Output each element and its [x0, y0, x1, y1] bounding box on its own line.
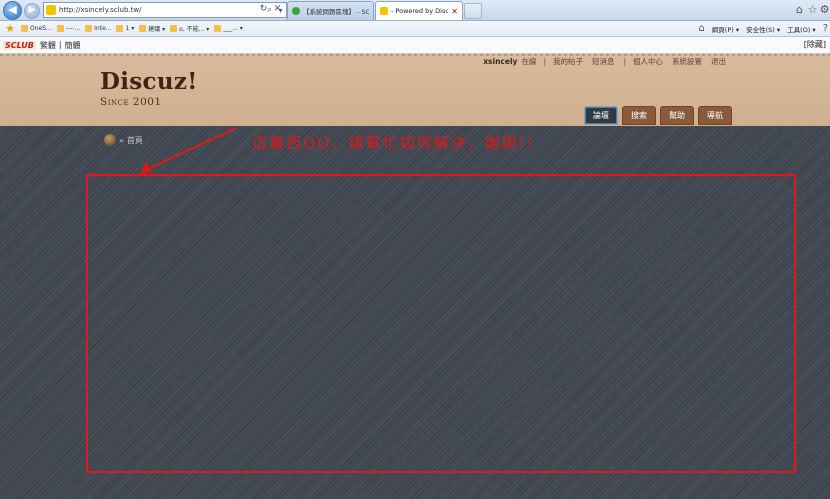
favorite-label: OneS... [30, 25, 52, 32]
tab-system-issues[interactable]: 【系統問題區塊】 - SCLUB... [287, 1, 374, 20]
folder-icon [139, 25, 147, 32]
tab-favicon-icon [292, 7, 300, 15]
favorite-folder[interactable]: o, 不能... ▾ [170, 24, 209, 33]
home-page-icon[interactable]: ⌂ [698, 23, 704, 34]
settings-link[interactable]: 系統設置 [672, 56, 702, 67]
tab-title: 【系統問題區塊】 - SCLUB... [303, 8, 369, 16]
tab-favicon-icon [380, 7, 388, 15]
close-tab-icon[interactable]: ✕ [451, 7, 458, 16]
hide-toolbar-button[interactable]: [除藏] [804, 39, 826, 50]
folder-icon [170, 25, 178, 32]
messages-link[interactable]: 短消息 [592, 56, 615, 67]
favorite-label: 建議 ▾ [148, 26, 166, 33]
annotation-text: 這裏西QQ，請幫忙如何解決，謝謝!! [252, 134, 535, 152]
my-posts-link[interactable]: 我的帖子 [553, 56, 583, 67]
folder-icon [21, 25, 28, 32]
back-button[interactable]: ◀ [3, 1, 22, 20]
new-tab-button[interactable] [464, 3, 482, 19]
favorite-folder[interactable]: 建議 ▾ [139, 24, 165, 33]
stop-icon[interactable]: ✕ [272, 3, 283, 16]
favorite-label: ----... [65, 25, 81, 32]
favorite-link[interactable]: Inte... [85, 24, 111, 33]
address-bar[interactable]: http://xsincely.sclub.tw/ ⌕ ▾ [43, 2, 287, 18]
folder-icon [214, 25, 222, 32]
separator: | [543, 57, 546, 66]
refresh-icon[interactable]: ↻ [258, 3, 269, 16]
page-menu[interactable]: 網頁(P) ▾ [712, 24, 739, 34]
folder-icon [56, 25, 64, 32]
tab-search[interactable]: 搜索 [622, 106, 656, 125]
tab-forum[interactable]: 論壇 [584, 106, 618, 125]
favorites-bar: ★ OneS... ----... Inte... 1 ▾ 建議 ▾ o, 不能… [0, 21, 830, 37]
breadcrumb-home[interactable]: 首頁 [127, 135, 143, 146]
site-favicon-icon [46, 5, 56, 15]
favorite-label: ___... ▾ [223, 25, 243, 32]
separator: | [58, 39, 62, 49]
folder-icon [85, 25, 93, 32]
online-status[interactable]: 在線 [521, 56, 536, 67]
settings-gear-icon[interactable]: ⚙ [818, 2, 830, 18]
user-menu: xsincely 在線 | 我的帖子 短消息 | 個人中心 系統設置 退出 [483, 56, 726, 67]
favorites-star-icon[interactable]: ★ [3, 22, 17, 36]
highlight-box [86, 174, 796, 473]
favorite-folder[interactable]: 1 ▾ [116, 24, 134, 33]
address-url[interactable]: http://xsincely.sclub.tw/ [59, 6, 264, 14]
help-icon[interactable]: ? [823, 23, 828, 34]
logo-subtitle: Since 2001 [100, 96, 162, 108]
favorite-label: Inte... [94, 25, 112, 32]
discuz-logo[interactable]: Discuz! Since 2001 [100, 68, 198, 109]
simplified-link[interactable]: 簡體 [65, 40, 81, 51]
favorite-link[interactable]: ----... [56, 24, 81, 33]
traditional-link[interactable]: 繁體 [40, 40, 56, 51]
separator: | [623, 57, 626, 66]
username-link[interactable]: xsincely [483, 57, 517, 66]
favorite-folder[interactable]: ___... ▾ [214, 24, 243, 33]
tools-menu[interactable]: 工具(O) ▾ [787, 24, 816, 34]
favorite-label: 1 ▾ [125, 25, 135, 32]
home-icon[interactable]: ⌂ [793, 2, 806, 18]
tab-title: - Powered by Discuz! [391, 7, 448, 15]
profile-center-link[interactable]: 個人中心 [633, 56, 663, 67]
browser-title-bar: ◀ ▶ http://xsincely.sclub.tw/ ⌕ ▾ ↻ ✕ 【系… [0, 0, 830, 21]
tab-help[interactable]: 幫助 [660, 106, 694, 125]
folder-icon [116, 25, 124, 32]
logout-link[interactable]: 退出 [711, 56, 726, 67]
favorite-label: o, 不能... ▾ [179, 26, 210, 33]
breadcrumb: » 首頁 [104, 134, 143, 146]
tab-discuz[interactable]: - Powered by Discuz! ✕ [375, 1, 463, 20]
forward-button[interactable]: ▶ [24, 3, 40, 19]
sclub-logo[interactable]: SCLUB [3, 40, 36, 50]
site-toolbar: SCLUB 繁體 | 簡體 [除藏] [0, 37, 830, 54]
main-nav: 論壇 搜索 幫助 導航 [584, 106, 732, 125]
safety-menu[interactable]: 安全性(S) ▾ [746, 24, 780, 34]
home-icon[interactable] [104, 134, 116, 146]
favorite-link[interactable]: OneS... [21, 24, 52, 33]
logo-title: Discuz! [100, 68, 198, 95]
tab-navigation[interactable]: 導航 [698, 106, 732, 125]
breadcrumb-separator: » [119, 135, 124, 145]
